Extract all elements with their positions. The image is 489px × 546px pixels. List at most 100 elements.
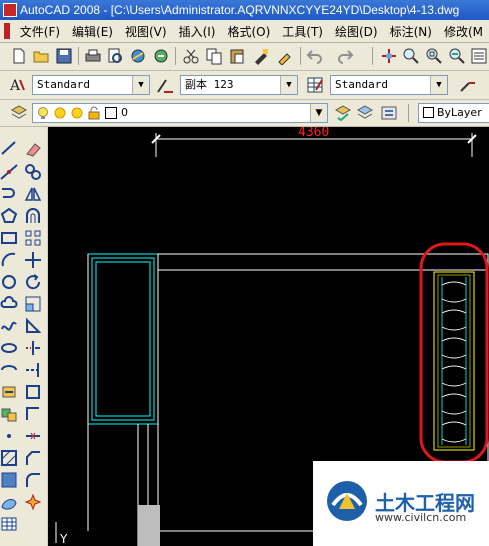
table-tool-icon[interactable] — [0, 515, 18, 533]
cut-icon[interactable] — [182, 47, 200, 65]
make-block-tool-icon[interactable] — [0, 405, 18, 423]
revision-cloud-tool-icon[interactable] — [0, 295, 18, 313]
multileader-style-icon[interactable] — [458, 76, 476, 94]
move-tool-icon[interactable] — [24, 251, 42, 269]
array-tool-icon[interactable] — [24, 229, 42, 247]
open-folder-icon[interactable] — [32, 47, 50, 65]
line-tool-icon[interactable] — [0, 139, 18, 157]
table-style-value: Standard — [335, 78, 388, 91]
sun-viewport-icon[interactable] — [70, 106, 84, 120]
color-control-value: ByLayer — [437, 106, 482, 119]
document-menu-icon[interactable] — [4, 23, 10, 39]
zoom-previous-icon[interactable] — [448, 47, 466, 65]
join-tool-icon[interactable] — [24, 427, 42, 445]
toolbar-separator — [175, 47, 176, 65]
menu-edit[interactable]: 编辑(E) — [66, 23, 119, 40]
color-control-select[interactable]: ByLayer — [418, 103, 489, 123]
table-style-select[interactable]: Standard ▼ — [330, 75, 448, 95]
offset-tool-icon[interactable] — [24, 207, 42, 225]
point-tool-icon[interactable] — [0, 427, 18, 445]
fillet-tool-icon[interactable] — [24, 471, 42, 489]
properties-icon[interactable] — [470, 47, 488, 65]
match-properties-icon[interactable] — [252, 47, 270, 65]
lightbulb-on-icon[interactable] — [36, 106, 50, 120]
zoom-window-icon[interactable] — [425, 47, 443, 65]
pan-realtime-icon[interactable] — [380, 47, 398, 65]
rotate-tool-icon[interactable] — [24, 273, 42, 291]
ellipse-tool-icon[interactable] — [0, 339, 18, 357]
copy-icon[interactable] — [205, 47, 223, 65]
spline-tool-icon[interactable] — [0, 317, 18, 335]
table-style-icon[interactable] — [306, 76, 324, 94]
trim-tool-icon[interactable] — [24, 339, 42, 357]
insert-block-tool-icon[interactable] — [0, 383, 18, 401]
text-style-icon[interactable]: A — [8, 76, 26, 94]
3d-dwf-icon[interactable] — [152, 47, 170, 65]
mirror-tool-icon[interactable] — [24, 185, 42, 203]
bylayer-color-swatch — [423, 107, 434, 118]
stretch-tool-icon[interactable] — [24, 317, 42, 335]
dimension-text: 4360 — [298, 127, 329, 140]
ellipse-arc-tool-icon[interactable] — [0, 361, 18, 379]
save-icon[interactable] — [55, 47, 73, 65]
redo-icon[interactable] — [336, 47, 354, 65]
publish-icon[interactable] — [129, 47, 147, 65]
toolbar-separator — [408, 104, 409, 122]
layer-select[interactable]: 0 ▼ — [32, 103, 328, 123]
break-at-point-tool-icon[interactable] — [24, 383, 42, 401]
chevron-down-icon[interactable]: ▼ — [132, 76, 149, 94]
new-file-icon[interactable] — [10, 47, 28, 65]
erase-tool-icon[interactable] — [24, 139, 42, 157]
chamfer-tool-icon[interactable] — [24, 449, 42, 467]
unlocked-padlock-icon[interactable] — [87, 106, 101, 120]
dimension-style-icon[interactable] — [156, 76, 174, 94]
circle-tool-icon[interactable] — [0, 273, 18, 291]
undo-icon[interactable] — [306, 47, 324, 65]
zoom-realtime-icon[interactable] — [402, 47, 420, 65]
text-style-select[interactable]: Standard ▼ — [32, 75, 150, 95]
wall-outline-inner — [95, 261, 151, 417]
layer-previous-icon[interactable] — [356, 104, 374, 122]
paste-icon[interactable] — [228, 47, 246, 65]
region-tool-icon[interactable] — [0, 493, 18, 511]
chevron-down-icon[interactable]: ▼ — [430, 76, 447, 94]
menu-draw[interactable]: 绘图(D) — [329, 23, 384, 40]
menu-format[interactable]: 格式(O) — [221, 23, 276, 40]
construction-line-tool-icon[interactable] — [0, 163, 18, 181]
menu-modify[interactable]: 修改(M — [438, 23, 489, 40]
plot-icon[interactable] — [84, 47, 102, 65]
block-editor-icon[interactable] — [276, 47, 294, 65]
chevron-down-icon[interactable]: ▼ — [280, 76, 297, 94]
polyline-tool-icon[interactable] — [0, 185, 18, 203]
dimension-style-select[interactable]: 副本 123 ▼ — [180, 75, 298, 95]
gradient-tool-icon[interactable] — [0, 471, 18, 489]
rebar-stirrups — [441, 281, 467, 443]
hatch-tool-icon[interactable] — [0, 449, 18, 467]
toolbar-separator — [300, 47, 301, 65]
arc-tool-icon[interactable] — [0, 251, 18, 269]
menu-file[interactable]: 文件(F) — [14, 23, 66, 40]
rectangle-tool-icon[interactable] — [0, 229, 18, 247]
chevron-down-icon[interactable]: ▼ — [310, 104, 327, 122]
menu-dimension[interactable]: 标注(N) — [384, 23, 438, 40]
menu-view[interactable]: 视图(V) — [119, 23, 173, 40]
toolbar-separator — [78, 47, 79, 65]
extend-tool-icon[interactable] — [24, 361, 42, 379]
plot-preview-icon[interactable] — [106, 47, 124, 65]
break-tool-icon[interactable] — [24, 405, 42, 423]
sun-thaw-icon[interactable] — [53, 106, 67, 120]
explode-tool-icon[interactable] — [24, 493, 42, 511]
layer-states-icon[interactable] — [380, 104, 398, 122]
styles-toolbar: A Standard ▼ 副本 123 ▼ Standard ▼ — [0, 71, 489, 100]
polygon-tool-icon[interactable] — [0, 207, 18, 225]
menu-insert[interactable]: 插入(I) — [173, 23, 222, 40]
scale-tool-icon[interactable] — [24, 295, 42, 313]
copy-object-tool-icon[interactable] — [24, 163, 42, 181]
make-layer-current-icon[interactable] — [334, 104, 352, 122]
menu-tools[interactable]: 工具(T) — [276, 23, 329, 40]
menu-bar: 文件(F) 编辑(E) 视图(V) 插入(I) 格式(O) 工具(T) 绘图(D… — [0, 20, 489, 43]
autocad-app-icon[interactable] — [3, 3, 17, 17]
title-bar: AutoCAD 2008 - [C:\Users\Administrator.A… — [0, 0, 489, 20]
layer-properties-icon[interactable] — [10, 104, 28, 122]
civilcn-logo-icon — [327, 481, 367, 521]
